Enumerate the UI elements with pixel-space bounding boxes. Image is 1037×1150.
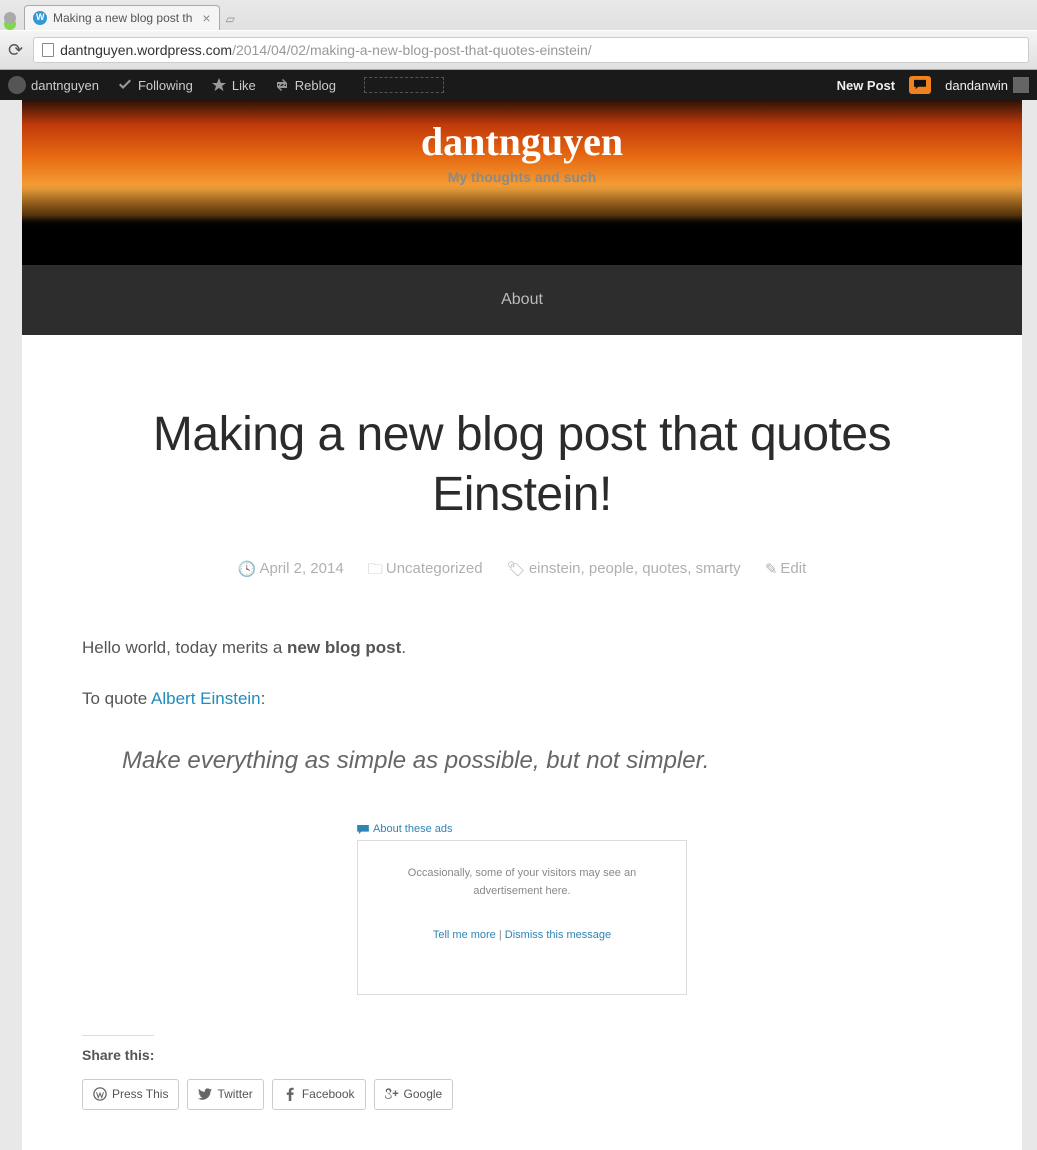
tell-me-more-link[interactable]: Tell me more	[433, 929, 496, 941]
speech-bubble-icon	[913, 79, 927, 91]
page-icon	[42, 43, 54, 57]
browser-tab[interactable]: Making a new blog post th ×	[24, 5, 220, 30]
wp-search-input[interactable]	[364, 77, 444, 93]
dismiss-link[interactable]: Dismiss this message	[505, 929, 611, 941]
paragraph: To quote Albert Einstein:	[82, 685, 962, 712]
site-container: dantnguyen My thoughts and such About Ma…	[22, 100, 1022, 1150]
post-body: Hello world, today merits a new blog pos…	[82, 634, 962, 1110]
notifications-button[interactable]	[909, 76, 931, 94]
address-toolbar: ⟳ dantnguyen.wordpress.com/2014/04/02/ma…	[0, 30, 1037, 69]
ads-notice-box: Occasionally, some of your visitors may …	[357, 840, 687, 995]
avatar	[1013, 77, 1029, 93]
like-button[interactable]: Like	[211, 77, 256, 93]
new-post-button[interactable]: New Post	[837, 78, 896, 93]
post-meta: 🕓April 2, 2014 🗀Uncategorized 🏷einstein,…	[82, 559, 962, 584]
share-twitter[interactable]: Twitter	[187, 1079, 263, 1110]
share-buttons: Press This Twitter Facebook Google	[82, 1079, 962, 1110]
user-menu[interactable]: dandanwin	[945, 77, 1029, 93]
post-tags: 🏷einstein, people, quotes, smarty	[507, 560, 741, 577]
tab-bar: Making a new blog post th × ▱	[0, 0, 1037, 30]
post-title: Making a new blog post that quotes Einst…	[82, 405, 962, 525]
facebook-icon	[283, 1087, 297, 1101]
new-tab-button[interactable]: ▱	[226, 12, 235, 26]
tag-icon: 🏷	[507, 560, 526, 578]
speech-bubble-icon	[357, 825, 369, 835]
site-title[interactable]: dantnguyen	[22, 118, 1022, 165]
address-bar[interactable]: dantnguyen.wordpress.com/2014/04/02/maki…	[33, 37, 1029, 63]
wp-site-name: dantnguyen	[31, 78, 99, 93]
blockquote: Make everything as simple as possible, b…	[82, 742, 962, 780]
reload-icon[interactable]: ⟳	[8, 40, 23, 61]
twitter-icon	[198, 1087, 212, 1101]
share-facebook[interactable]: Facebook	[272, 1079, 366, 1110]
site-header: dantnguyen My thoughts and such	[22, 100, 1022, 265]
close-icon[interactable]: ×	[202, 10, 210, 26]
star-icon	[211, 77, 227, 93]
wp-site-menu[interactable]: dantnguyen	[8, 76, 99, 94]
edit-link[interactable]: ✎Edit	[765, 560, 806, 577]
wp-admin-bar: dantnguyen Following Like Reblog New Pos…	[0, 70, 1037, 100]
paragraph: Hello world, today merits a new blog pos…	[82, 634, 962, 661]
clock-icon: 🕓	[238, 560, 257, 578]
site-tagline: My thoughts and such	[22, 169, 1022, 185]
share-heading: Share this:	[82, 1035, 154, 1066]
reblog-icon	[274, 77, 290, 93]
share-google[interactable]: Google	[374, 1079, 454, 1110]
tag-link[interactable]: smarty	[696, 560, 741, 577]
nav-about[interactable]: About	[501, 291, 543, 308]
google-plus-icon	[385, 1087, 399, 1101]
wordpress-logo-icon	[8, 76, 26, 94]
ads-notice-text: Occasionally, some of your visitors may …	[372, 865, 672, 900]
url-domain: dantnguyen.wordpress.com	[60, 42, 232, 58]
tag-link[interactable]: einstein	[529, 560, 581, 577]
about-ads-link[interactable]: About these ads	[357, 821, 687, 839]
window-traffic-lights	[4, 6, 18, 24]
post-date[interactable]: 🕓April 2, 2014	[238, 560, 344, 577]
tag-link[interactable]: people	[589, 560, 634, 577]
share-press-this[interactable]: Press This	[82, 1079, 179, 1110]
tag-link[interactable]: quotes	[642, 560, 687, 577]
tab-title: Making a new blog post th	[53, 11, 192, 25]
einstein-link[interactable]: Albert Einstein	[151, 689, 261, 708]
wordpress-favicon	[33, 11, 47, 25]
post-category[interactable]: 🗀Uncategorized	[368, 560, 483, 577]
pencil-icon: ✎	[765, 560, 778, 578]
reblog-button[interactable]: Reblog	[274, 77, 336, 93]
browser-chrome: Making a new blog post th × ▱ ⟳ dantnguy…	[0, 0, 1037, 70]
following-button[interactable]: Following	[117, 77, 193, 93]
site-nav: About	[22, 265, 1022, 335]
wordpress-icon	[93, 1087, 107, 1101]
share-section: Share this: Press This Twitter Facebook	[82, 1035, 962, 1110]
post-content: Making a new blog post that quotes Einst…	[22, 335, 1022, 1150]
ads-container: About these ads Occasionally, some of yo…	[357, 821, 687, 995]
check-icon	[117, 77, 133, 93]
url-path: /2014/04/02/making-a-new-blog-post-that-…	[232, 42, 592, 58]
folder-icon: 🗀	[368, 559, 383, 584]
